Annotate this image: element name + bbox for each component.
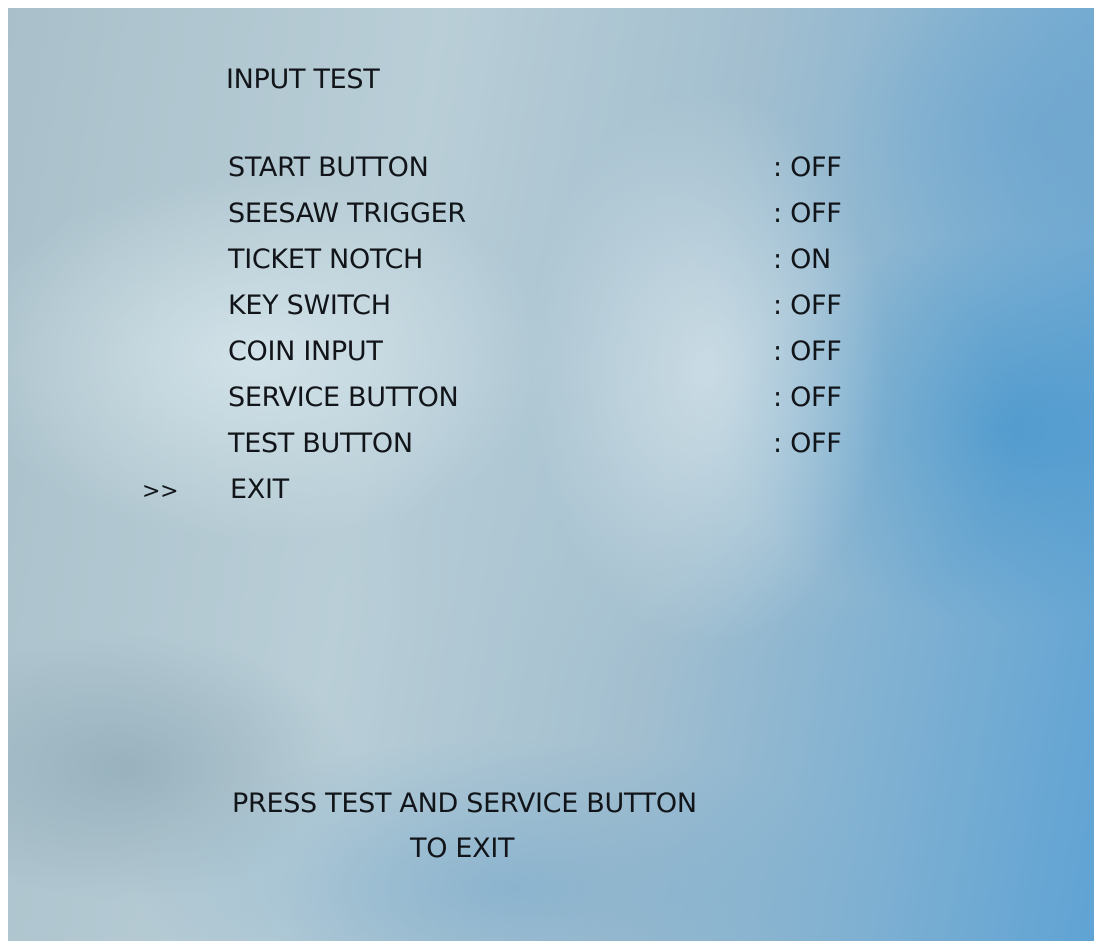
menu-item-coin-input[interactable]: COIN INPUT [228,338,383,365]
status-ticket-notch: : ON [773,244,831,275]
status-key-switch: : OFF [773,290,842,321]
menu-item-service-button[interactable]: SERVICE BUTTON [228,384,459,411]
exit-instruction-line-1: PRESS TEST AND SERVICE BUTTON [232,788,697,819]
selection-cursor-icon: >> [142,479,179,504]
menu-item-start-button[interactable]: START BUTTON [228,154,429,181]
menu-item-test-button[interactable]: TEST BUTTON [228,430,413,457]
status-test-button: : OFF [773,428,842,459]
page-title: INPUT TEST [226,64,380,95]
exit-instruction-line-2: TO EXIT [410,833,515,864]
status-seesaw-trigger: : OFF [773,198,842,229]
menu-item-key-switch[interactable]: KEY SWITCH [228,292,391,319]
status-service-button: : OFF [773,382,842,413]
status-coin-input: : OFF [773,336,842,367]
menu-item-seesaw-trigger[interactable]: SEESAW TRIGGER [228,200,466,227]
status-start-button: : OFF [773,152,842,183]
input-test-screen: INPUT TEST START BUTTON : OFF SEESAW TRI… [8,8,1094,941]
menu-item-ticket-notch[interactable]: TICKET NOTCH [228,246,423,273]
monitor-frame: INPUT TEST START BUTTON : OFF SEESAW TRI… [0,0,1104,949]
menu-item-exit[interactable]: EXIT [230,476,289,503]
